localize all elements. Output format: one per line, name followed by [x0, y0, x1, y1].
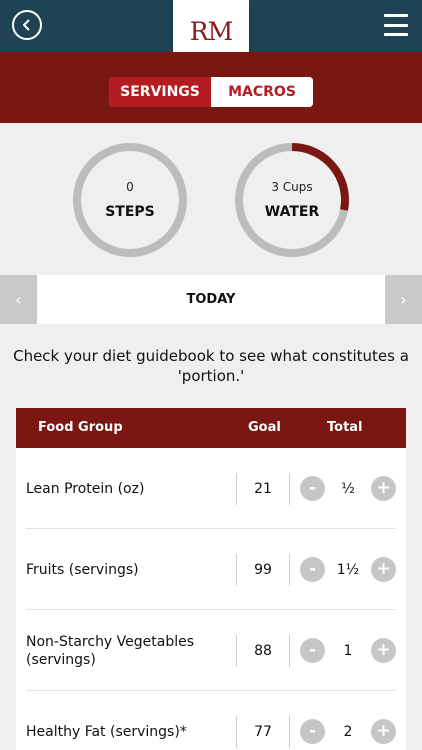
food-group-table: Food Group Goal Total Lean Protein (oz) … — [16, 408, 406, 750]
total-value: 2 — [343, 723, 353, 740]
column-divider — [289, 635, 290, 667]
increment-button[interactable]: + — [371, 638, 396, 663]
logo-text: RM — [189, 16, 233, 46]
chevron-right-icon: › — [400, 290, 407, 309]
back-button[interactable] — [12, 10, 42, 40]
date-label: TODAY — [186, 292, 236, 307]
increment-button[interactable]: + — [371, 476, 396, 501]
column-divider — [236, 554, 237, 586]
column-divider — [289, 473, 290, 505]
previous-day-button[interactable]: ‹ — [0, 275, 37, 324]
column-divider — [236, 635, 237, 667]
water-value: 3 Cups — [271, 180, 313, 194]
steps-label: STEPS — [105, 204, 155, 220]
goal-value: 88 — [254, 642, 272, 659]
decrement-button[interactable]: - — [300, 476, 325, 501]
food-group-name: Healthy Fat (servings)* — [26, 723, 187, 740]
goal-value: 21 — [254, 480, 272, 497]
table-row: Non-Starchy Vegetables (servings) 88 - 1… — [16, 610, 406, 691]
date-navigator: ‹ TODAY › — [0, 275, 422, 324]
water-label: WATER — [264, 204, 320, 220]
food-group-name: Non-Starchy Vegetables (servings) — [26, 633, 195, 668]
header-food-group: Food Group — [38, 420, 123, 435]
total-value: ½ — [341, 480, 355, 497]
header-total: Total — [327, 420, 363, 435]
increment-button[interactable]: + — [371, 719, 396, 744]
tab-macros[interactable]: MACROS — [211, 77, 313, 107]
column-divider — [236, 473, 237, 505]
guidebook-note: Check your diet guidebook to see what co… — [13, 347, 409, 385]
steps-progress-ring — [73, 143, 187, 257]
food-group-name: Lean Protein (oz) — [26, 480, 145, 497]
top-bar: RM — [0, 0, 422, 68]
column-divider — [289, 554, 290, 586]
chevron-left-icon: ‹ — [15, 290, 22, 309]
goal-value: 77 — [254, 723, 272, 740]
column-divider — [289, 716, 290, 748]
total-value: 1½ — [336, 561, 360, 578]
increment-button[interactable]: + — [371, 557, 396, 582]
goal-value: 99 — [254, 561, 272, 578]
food-group-name: Fruits (servings) — [26, 561, 139, 578]
decrement-button[interactable]: - — [300, 719, 325, 744]
tab-servings[interactable]: SERVINGS — [109, 77, 211, 107]
water-tracker[interactable]: 3 Cups WATER — [234, 142, 350, 258]
chevron-left-icon — [22, 19, 30, 31]
table-row: Fruits (servings) 99 - 1½ + — [16, 529, 406, 610]
header-goal: Goal — [248, 420, 281, 435]
steps-value: 0 — [126, 180, 134, 194]
view-toggle: SERVINGS MACROS — [109, 77, 313, 107]
decrement-button[interactable]: - — [300, 557, 325, 582]
steps-tracker[interactable]: 0 STEPS — [72, 142, 188, 258]
water-progress-ring — [235, 143, 349, 257]
table-header: Food Group Goal Total — [16, 408, 406, 448]
total-value: 1 — [343, 642, 353, 659]
next-day-button[interactable]: › — [385, 275, 422, 324]
column-divider — [236, 716, 237, 748]
decrement-button[interactable]: - — [300, 638, 325, 663]
table-row: Lean Protein (oz) 21 - ½ + — [16, 448, 406, 529]
hamburger-menu-icon[interactable] — [384, 14, 408, 36]
table-row: Healthy Fat (servings)* 77 - 2 + — [16, 691, 406, 750]
